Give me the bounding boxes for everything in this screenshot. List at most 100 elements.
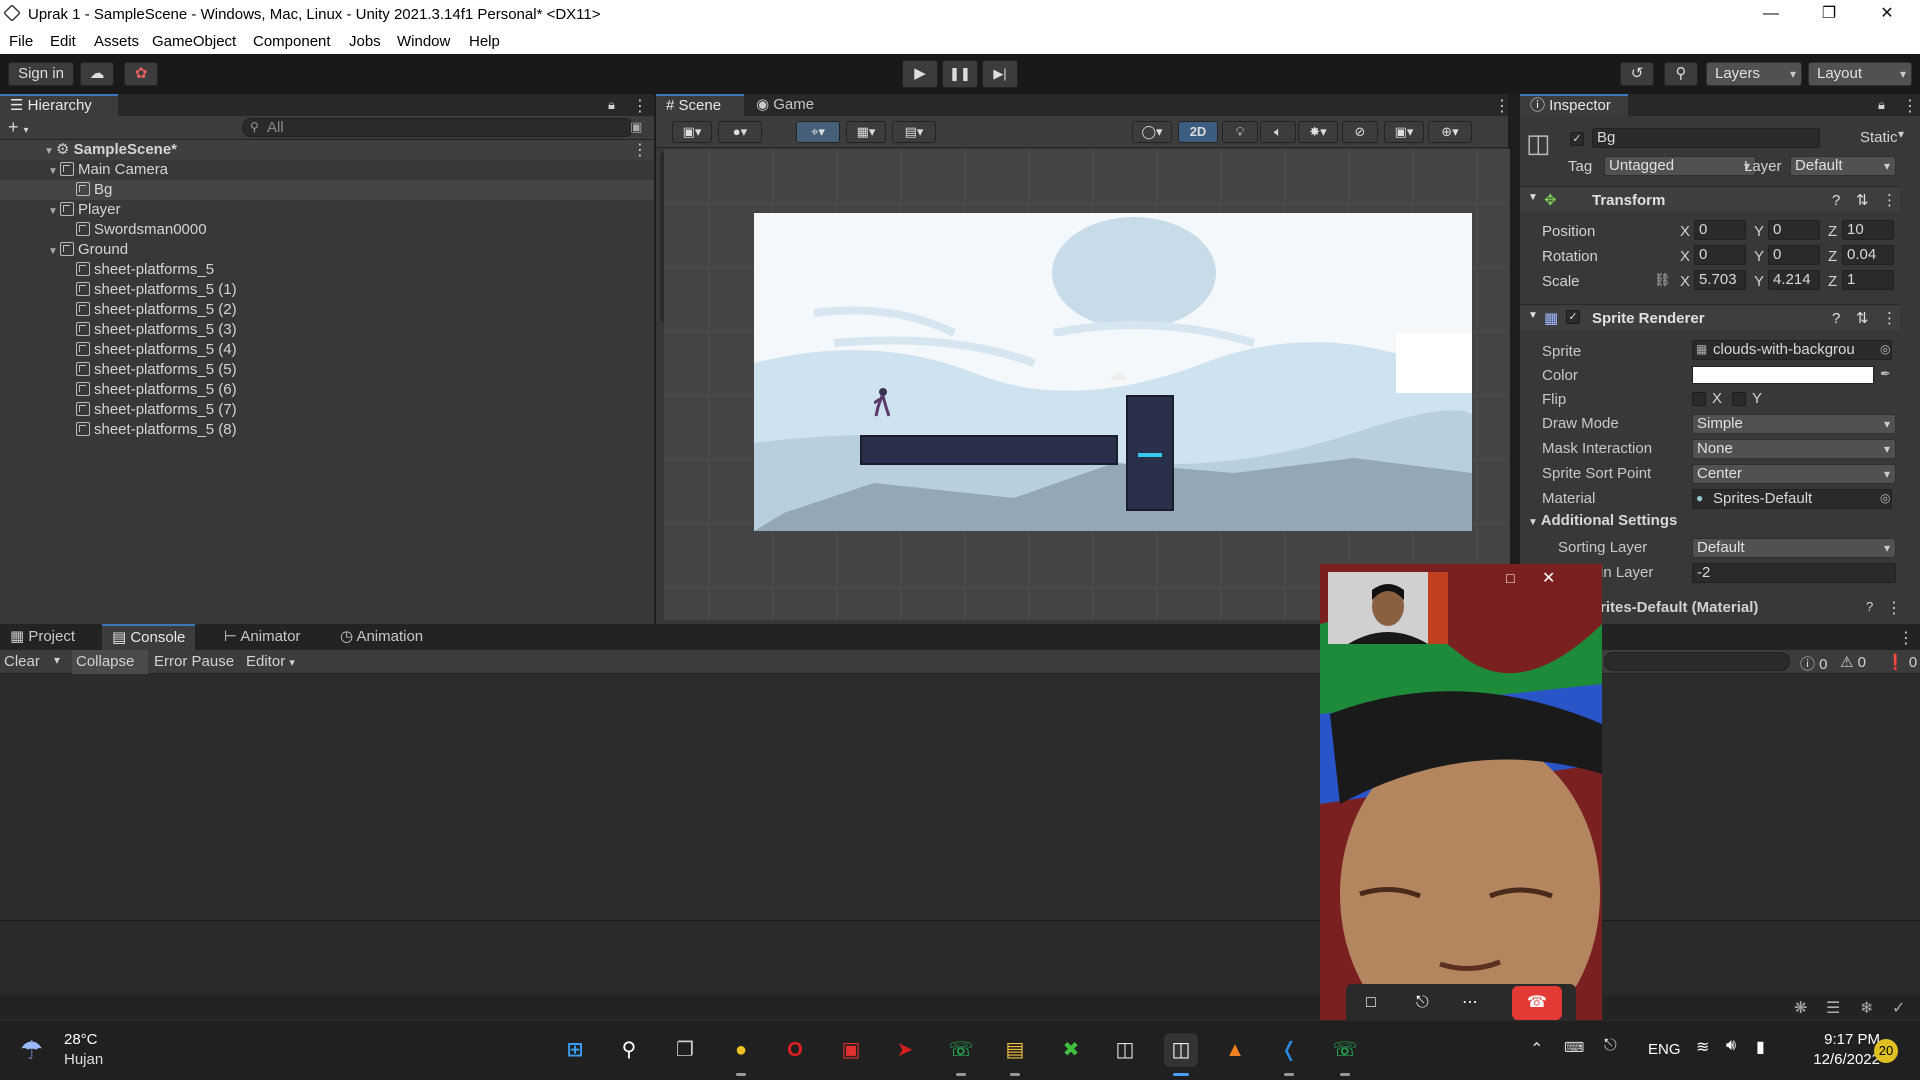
camera-icon[interactable]: ▣▾ [1384,121,1424,143]
weather-icon[interactable]: ☂ [20,1035,43,1066]
opera-icon[interactable]: O [778,1033,812,1067]
scale-y-input[interactable]: 4.214 [1768,270,1820,290]
preset-icon[interactable]: ⇅ [1856,309,1869,327]
flip-x-checkbox[interactable] [1692,392,1706,406]
console-log-area[interactable] [0,674,1920,920]
whatsapp-desktop-icon[interactable]: ☏ [1328,1033,1362,1076]
draw-mode-icon[interactable]: ▣▾ [672,121,712,143]
pause-button[interactable]: ❚❚ [942,60,978,88]
hierarchy-item[interactable]: sheet-platforms_5 (7) [0,400,654,420]
tab-inspector[interactable]: ⓘ Inspector [1520,94,1628,116]
menu-jobs[interactable]: Jobs [349,33,381,50]
hierarchy-item[interactable]: ▼ Player [0,200,654,220]
vlc-icon[interactable]: ▲ [1218,1033,1252,1067]
hierarchy-item[interactable]: ▼ Ground [0,240,654,260]
active-checkbox[interactable]: ✓ [1570,132,1584,146]
language-indicator[interactable]: ENG [1648,1041,1681,1058]
hierarchy-item[interactable]: sheet-platforms_5 (6) [0,380,654,400]
position-y-input[interactable]: 0 [1768,220,1820,240]
clear-button[interactable]: Clear [4,653,40,670]
unity-hub-icon[interactable]: ◫ [1108,1033,1142,1067]
layers-dropdown[interactable]: Layers [1706,62,1802,86]
notification-badge[interactable]: 20 [1874,1039,1898,1063]
order-in-layer-input[interactable]: -2 [1692,563,1896,583]
object-picker-icon[interactable]: ◎ [1880,342,1890,356]
tab-animation[interactable]: ◷ Animation [330,624,433,650]
snap-icon[interactable]: ⌖▾ [796,121,840,143]
tab-console[interactable]: ▤ Console [102,624,196,650]
static-dropdown-icon[interactable]: ▾ [1898,127,1904,141]
check-icon[interactable]: ✓ [1892,998,1905,1018]
scene-viewport[interactable]: ☁ [664,149,1510,620]
hierarchy-item[interactable]: sheet-platforms_5 (4) [0,340,654,360]
hidden-objects-icon[interactable]: ⊘ [1342,121,1378,143]
more-icon[interactable]: ⋮ [1898,628,1914,648]
scene-row[interactable]: ▼ ⚙ SampleScene* ⋮ [0,140,654,160]
tab-game[interactable]: ◉ Game [746,94,824,116]
info-count[interactable]: ⓘ 0 [1800,653,1828,674]
expand-arrow-icon[interactable]: ▼ [48,162,60,182]
scene-more-icon[interactable]: ⋮ [632,140,648,160]
help-icon[interactable]: ? [1832,192,1840,209]
hierarchy-item[interactable]: ▼ Main Camera [0,160,654,180]
close-icon[interactable]: ✕ [1858,0,1916,29]
minimize-icon[interactable]: — [1742,0,1800,29]
sprite-renderer-header[interactable]: ▼ ▦ ✓ Sprite Renderer ? ⇅ ⋮ [1520,304,1900,330]
scale-x-input[interactable]: 5.703 [1694,270,1746,290]
object-name-input[interactable]: Bg [1592,128,1820,148]
hierarchy-item[interactable]: sheet-platforms_5 (5) [0,360,654,380]
vscode-icon[interactable]: ❬ [1272,1033,1306,1076]
sprite-renderer-checkbox[interactable]: ✓ [1566,310,1580,324]
player-sprite[interactable] [873,387,891,417]
eyedropper-icon[interactable]: ✒ [1880,366,1891,382]
whatsapp-icon[interactable]: ☏ [944,1033,978,1076]
hierarchy-item[interactable]: sheet-platforms_5 (3) [0,320,654,340]
tab-scene[interactable]: # Scene [656,94,744,116]
close-icon[interactable]: ✕ [1542,568,1555,588]
network-icon[interactable]: ❄ [1860,998,1873,1018]
preset-icon[interactable]: ⇅ [1856,191,1869,209]
search-icon[interactable]: ⚲ [612,1033,646,1067]
tab-project[interactable]: ▦ Project [0,624,85,650]
sign-in-button[interactable]: Sign in [8,62,74,86]
hierarchy-item[interactable]: Bg [0,180,654,200]
error-count[interactable]: ❗ 0 [1886,653,1917,671]
menu-help[interactable]: Help [469,33,500,50]
tab-hierarchy[interactable]: ☰ Hierarchy [0,94,118,116]
search-options-icon[interactable]: ▣ [630,119,642,135]
weather-text[interactable]: Hujan [64,1051,103,1068]
editor-dropdown[interactable]: Editor ▾ [246,653,295,670]
help-icon[interactable]: ? [1832,310,1840,327]
color-swatch[interactable] [1692,366,1874,384]
keyboard-icon[interactable]: ⌨ [1564,1039,1584,1056]
hierarchy-item[interactable]: sheet-platforms_5 (1) [0,280,654,300]
more-icon[interactable]: ⋮ [1494,96,1510,116]
position-x-input[interactable]: 0 [1694,220,1746,240]
help-icon[interactable]: ? [1866,599,1873,614]
lock-icon[interactable]: 🔒︎ [1878,97,1885,113]
gizmos-icon[interactable]: ⊕▾ [1428,121,1472,143]
hierarchy-item[interactable]: sheet-platforms_5 (2) [0,300,654,320]
step-button[interactable]: ▶| [982,60,1018,88]
mask-interaction-dropdown[interactable]: None [1692,439,1896,459]
add-icon[interactable]: + ▾ [8,117,29,138]
transform-header[interactable]: ▼ ✥ Transform ? ⇅ ⋮ [1520,186,1900,212]
menu-edit[interactable]: Edit [50,33,76,50]
scale-z-input[interactable]: 1 [1842,270,1894,290]
more-options-icon[interactable]: ⋯ [1462,992,1478,1012]
chevron-up-icon[interactable]: ⌃ [1530,1039,1543,1059]
more-icon[interactable]: ⋮ [1886,598,1902,618]
component-more-icon[interactable]: ⋮ [1882,309,1897,327]
tag-dropdown[interactable]: Untagged [1604,156,1756,176]
file-explorer-icon[interactable]: ▤ [998,1033,1032,1076]
menu-component[interactable]: Component [253,33,331,50]
layer-dropdown[interactable]: Default [1790,156,1896,176]
component-more-icon[interactable]: ⋮ [1882,191,1897,209]
video-call-window[interactable]: □ ✕ □ ⎋ ⋯ ☎ [1320,564,1602,1020]
microphone-icon[interactable]: ⎋ [1604,1037,1617,1055]
rotation-z-input[interactable]: 0.04 [1842,245,1894,265]
more-icon[interactable]: ⋮ [1902,96,1918,116]
volume-icon[interactable]: 🔊︎ [1726,1037,1736,1055]
clock-date[interactable]: 12/6/2022 [1800,1051,1880,1068]
material-field[interactable]: Sprites-Default [1692,489,1892,509]
